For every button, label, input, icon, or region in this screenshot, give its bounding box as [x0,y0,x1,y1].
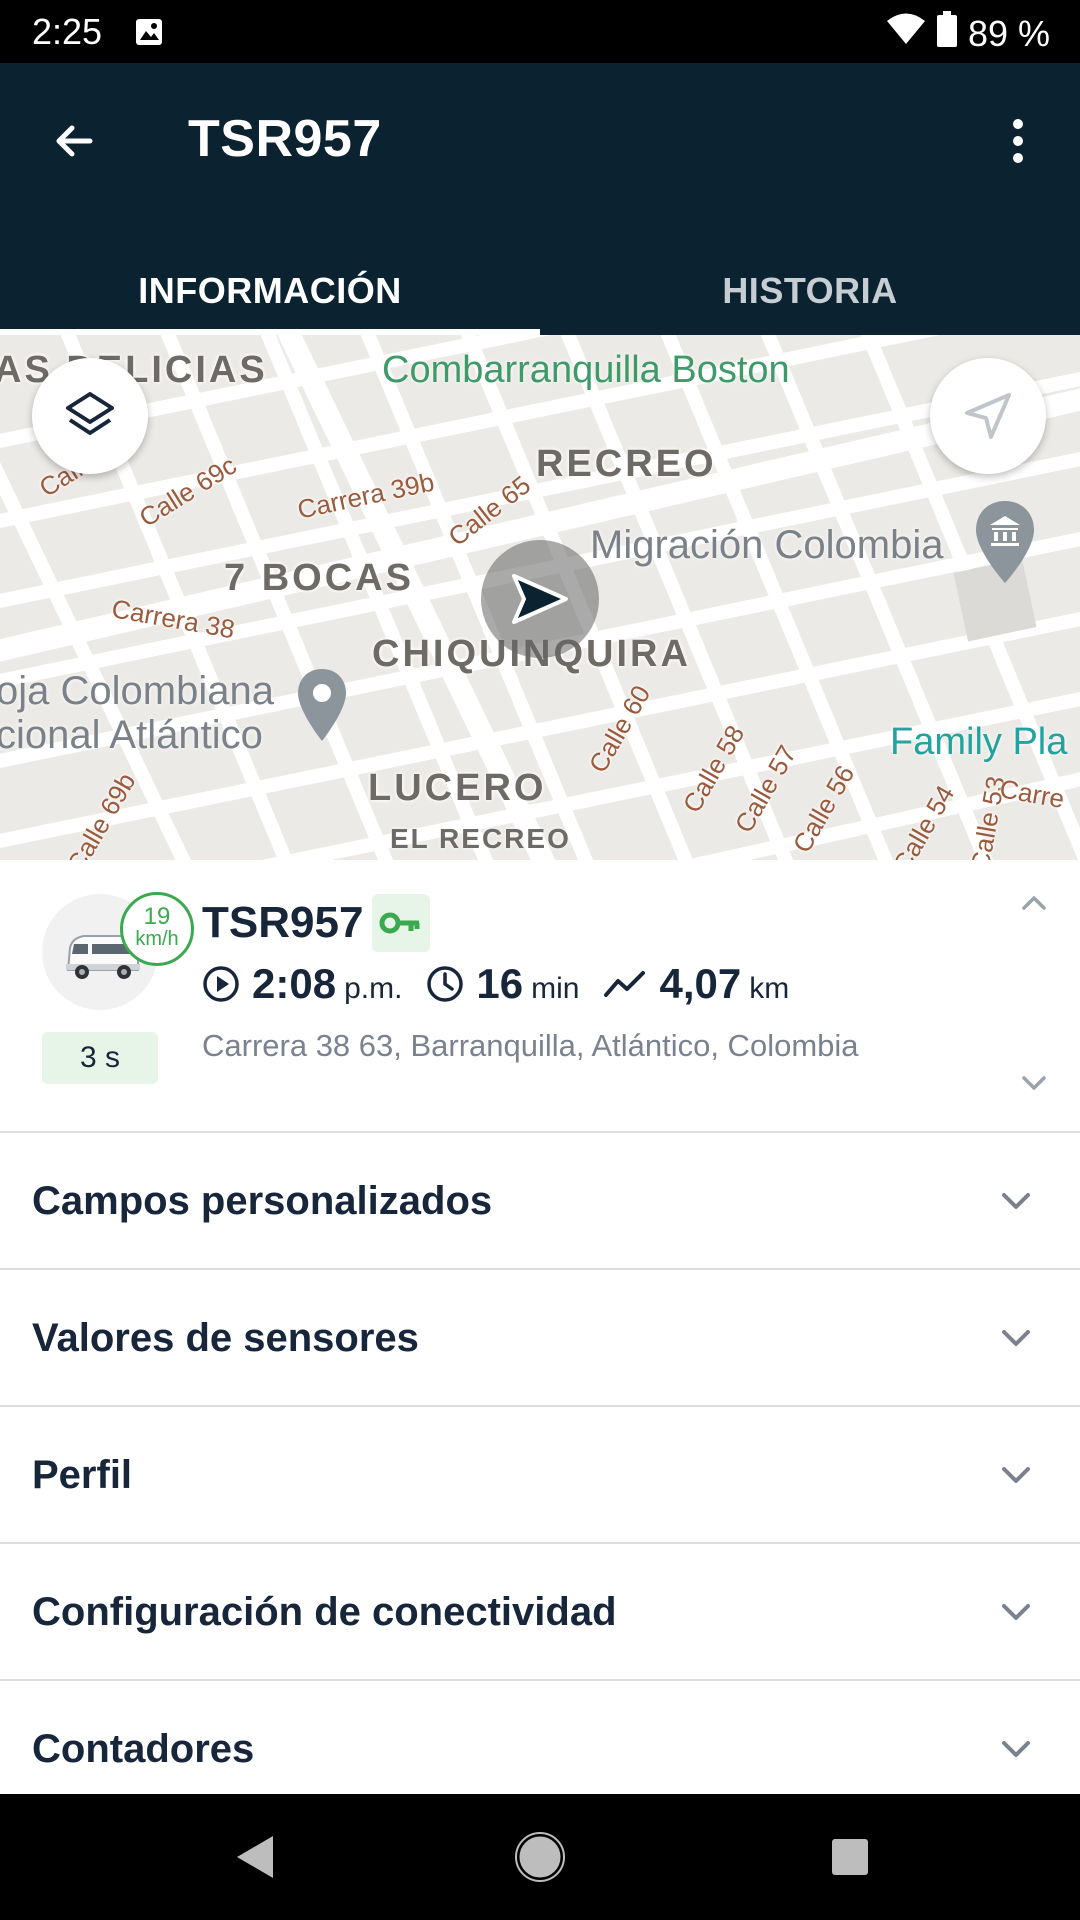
map-pin-icon [296,667,348,748]
trip-start-unit: p.m. [344,972,403,1005]
map-poi-label: Family Pla [890,721,1068,763]
image-notification-icon [134,17,164,52]
vehicle-marker[interactable] [481,540,599,658]
chevron-down-icon [998,1731,1034,1772]
museum-pin-icon [972,499,1038,590]
chevron-up-icon[interactable] [1016,890,1052,919]
triangle-back-icon [237,1836,273,1878]
battery-icon [936,10,958,57]
map-neighborhood-label: LUCERO [368,767,547,809]
battery-percent: 89 % [967,13,1050,54]
tab-historia[interactable]: HISTORIA [540,246,1080,335]
trip-duration-unit: min [531,972,580,1005]
map-poi-label: oja Colombiana [0,669,274,713]
map-layers-button[interactable] [32,358,148,474]
map-poi-label: cional Atlántico [0,713,263,757]
chevron-down-icon [998,1594,1034,1635]
trip-distance: 4,07 km [603,960,789,1008]
vehicle-info-card[interactable]: 19 km/h 3 s TSR957 2:08 p.m. 16 min 4,07… [0,860,1080,1133]
vehicle-name: TSR957 [202,898,364,947]
square-recents-icon [832,1839,868,1875]
tab-informacion[interactable]: INFORMACIÓN [0,246,540,335]
details-accordion: Campos personalizados Valores de sensore… [0,1133,1080,1818]
play-circle-icon [203,966,239,1002]
section-label: Contadores [32,1727,255,1771]
clock-icon [427,966,464,1002]
section-label: Perfil [32,1453,133,1497]
back-button[interactable] [38,105,110,177]
map-poi-label: Combarranquilla Boston [382,349,790,391]
navigation-arrow-icon [965,393,1011,439]
nav-back-button[interactable] [220,1822,290,1892]
trip-start-time: 2:08 p.m. [202,960,402,1008]
wifi-icon [886,12,926,55]
system-navigation-bar [0,1794,1080,1920]
chevron-down-icon [998,1457,1034,1498]
map-neighborhood-label: EL RECREO [390,823,571,854]
chevron-down-icon[interactable] [1016,1070,1052,1099]
section-perfil[interactable]: Perfil [0,1407,1080,1544]
arrow-left-icon [56,125,93,157]
chevron-down-icon [998,1183,1034,1224]
status-time: 2:25 [32,11,103,52]
section-campos-personalizados[interactable]: Campos personalizados [0,1133,1080,1270]
nav-recents-button[interactable] [815,1822,885,1892]
map-poi-label: Migración Colombia [590,523,944,567]
trip-duration: 16 min [426,960,579,1008]
chevron-down-icon [998,1320,1034,1361]
trip-start-value: 2:08 [252,960,337,1007]
section-label: Configuración de conectividad [32,1590,617,1634]
more-vert-icon [1013,119,1023,163]
more-options-button[interactable] [982,105,1054,177]
trip-distance-value: 4,07 [659,960,742,1007]
layers-icon [66,392,114,435]
page-title: TSR957 [188,110,382,168]
trending-up-icon [604,971,646,997]
trip-stats: 2:08 p.m. 16 min 4,07 km [202,960,813,1008]
vehicle-direction-icon [512,574,568,624]
vehicle-address: Carrera 38 63, Barranquilla, Atlántico, … [202,1028,859,1063]
key-icon [379,912,420,934]
nav-home-button[interactable] [505,1822,575,1892]
my-location-button[interactable] [930,358,1046,474]
section-configuracion-de-conectividad[interactable]: Configuración de conectividad [0,1544,1080,1681]
app-bar: TSR957 INFORMACIÓN HISTORIA [0,63,1080,335]
map-neighborhood-label: 7 BOCAS [224,557,414,599]
speed-badge: 19 km/h [120,892,194,966]
trip-distance-unit: km [749,972,790,1005]
speed-unit: km/h [135,928,179,950]
section-label: Campos personalizados [32,1179,493,1223]
ignition-status [372,894,430,952]
last-update-age-badge: 3 s [42,1032,158,1084]
trip-duration-value: 16 [476,960,524,1007]
section-valores-de-sensores[interactable]: Valores de sensores [0,1270,1080,1407]
map-view[interactable]: AS DELICIAS Combarranquilla Boston RECRE… [0,335,1080,860]
speed-value: 19 [143,903,171,930]
section-label: Valores de sensores [32,1316,419,1360]
status-bar: 2:25 89 % [0,0,1080,63]
circle-home-icon [515,1832,565,1882]
map-neighborhood-label: RECREO [536,443,717,485]
status-indicators: 89 % [886,10,1050,57]
